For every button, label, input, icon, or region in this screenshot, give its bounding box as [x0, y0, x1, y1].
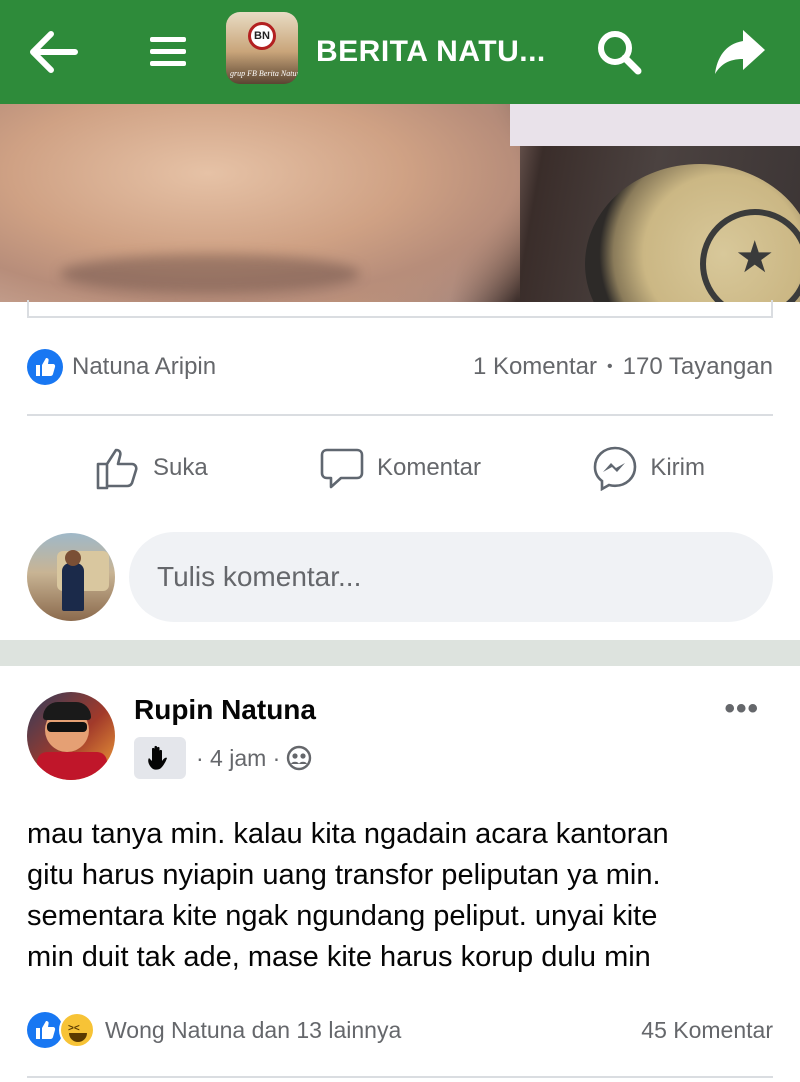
- post-stats: >< Wong Natuna dan 13 lainnya 45 Komenta…: [27, 1010, 773, 1050]
- search-button[interactable]: [586, 0, 652, 104]
- arrow-left-icon: [30, 31, 78, 73]
- reaction-names[interactable]: Wong Natuna dan 13 lainnya: [105, 1017, 401, 1044]
- avatar[interactable]: [27, 533, 115, 621]
- divider: [27, 1076, 773, 1078]
- avatar-sunglasses: [47, 722, 87, 732]
- comment-count[interactable]: 1 Komentar: [473, 353, 597, 381]
- menu-button[interactable]: [135, 0, 201, 104]
- avatar-person: [62, 563, 84, 611]
- more-options-button[interactable]: •••: [724, 692, 759, 726]
- share-button[interactable]: [700, 0, 780, 104]
- comment-button[interactable]: Komentar: [276, 438, 525, 498]
- post-time[interactable]: · 4 jam ·: [196, 745, 280, 772]
- messenger-icon: [594, 446, 637, 491]
- post-text-line: min duit tak ade, mase kite harus korup …: [27, 941, 651, 973]
- group-icon: [287, 745, 312, 771]
- author-avatar[interactable]: [27, 692, 115, 780]
- image-shadow: [60, 254, 360, 294]
- like-reaction-icon: [27, 349, 63, 385]
- like-button[interactable]: Suka: [27, 438, 276, 498]
- post-image[interactable]: ★: [0, 104, 800, 302]
- logo-badge: BN: [248, 22, 276, 50]
- post-actions: Suka Komentar Kirim: [27, 438, 773, 498]
- thumbs-up-icon: [96, 448, 138, 490]
- send-label: Kirim: [650, 454, 705, 481]
- post-text: mau tanya min. kalau kita ngadain acara …: [27, 814, 787, 978]
- post-stats: Natuna Aripin 1 Komentar • 170 Tayangan: [27, 344, 773, 390]
- post-text-line: mau tanya min. kalau kita ngadain acara …: [27, 818, 669, 850]
- post-meta: · 4 jam ·: [134, 737, 312, 779]
- reactor-name[interactable]: Natuna Aripin: [72, 353, 216, 381]
- like-reaction-icon: [27, 1012, 63, 1048]
- logo-tagline: grup FB Berita Natuna: [230, 69, 298, 78]
- avatar-hair: [43, 702, 91, 720]
- author-name[interactable]: Rupin Natuna: [134, 694, 316, 726]
- comment-bubble-icon: [320, 448, 364, 489]
- post-counts: 1 Komentar • 170 Tayangan: [473, 353, 773, 381]
- avatar-bike: [37, 752, 107, 780]
- haha-reaction-icon: ><: [59, 1012, 95, 1048]
- comment-count[interactable]: 45 Komentar: [641, 1017, 773, 1044]
- hamburger-icon: [150, 37, 186, 66]
- image-cloth: [510, 104, 800, 146]
- star-icon: ★: [735, 233, 775, 282]
- post-header: Rupin Natuna · 4 jam · •••: [27, 692, 773, 782]
- app-header: BN grup FB Berita Natuna BERITA NATU...: [0, 0, 800, 104]
- reaction-icons[interactable]: ><: [27, 1012, 95, 1048]
- feed-separator: [0, 640, 800, 666]
- search-icon: [598, 31, 642, 75]
- send-button[interactable]: Kirim: [524, 438, 773, 498]
- page-title[interactable]: BERITA NATU...: [316, 0, 546, 104]
- link-card-border: [27, 300, 773, 318]
- wave-hand-icon[interactable]: [134, 737, 186, 779]
- share-arrow-icon: [715, 30, 765, 74]
- view-count: 170 Tayangan: [622, 353, 773, 380]
- divider: [27, 414, 773, 416]
- post-text-line: sementara kite ngak ngundang peliput. un…: [27, 900, 658, 932]
- back-button[interactable]: [18, 0, 88, 104]
- comment-input[interactable]: Tulis komentar...: [129, 532, 773, 622]
- like-label: Suka: [152, 454, 208, 481]
- dot-separator: •: [607, 358, 613, 375]
- avatar-head: [65, 550, 81, 566]
- post-text-line: gitu harus nyiapin uang transfor peliput…: [27, 859, 661, 891]
- comment-label: Komentar: [376, 454, 482, 481]
- group-logo[interactable]: BN grup FB Berita Natuna: [226, 12, 298, 84]
- comment-composer: Tulis komentar...: [27, 532, 773, 622]
